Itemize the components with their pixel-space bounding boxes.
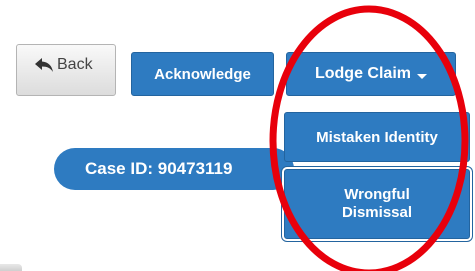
back-button-label: Back: [57, 56, 93, 73]
dropdown-item-mistaken-identity[interactable]: Mistaken Identity: [284, 112, 470, 162]
case-id-label: Case ID: 90473119: [85, 159, 233, 178]
lodge-claim-dropdown-menu: Mistaken Identity Wrongful Dismissal: [280, 106, 473, 244]
dropdown-item-wrongful-dismissal[interactable]: Wrongful Dismissal: [284, 169, 470, 239]
acknowledge-button-label: Acknowledge: [154, 65, 251, 83]
lodge-claim-dropdown-button[interactable]: Lodge Claim: [286, 52, 456, 96]
panel-corner: [0, 264, 22, 271]
acknowledge-button[interactable]: Acknowledge: [131, 52, 274, 96]
caret-down-icon: [417, 73, 427, 79]
case-id-badge: Case ID: 90473119: [54, 148, 294, 190]
reply-arrow-icon: [35, 58, 53, 72]
dropdown-item-label: Mistaken Identity: [316, 128, 438, 146]
dropdown-item-label: Wrongful Dismissal: [341, 186, 413, 221]
back-button[interactable]: Back: [16, 44, 116, 96]
lodge-claim-button-label: Lodge Claim: [314, 65, 411, 82]
